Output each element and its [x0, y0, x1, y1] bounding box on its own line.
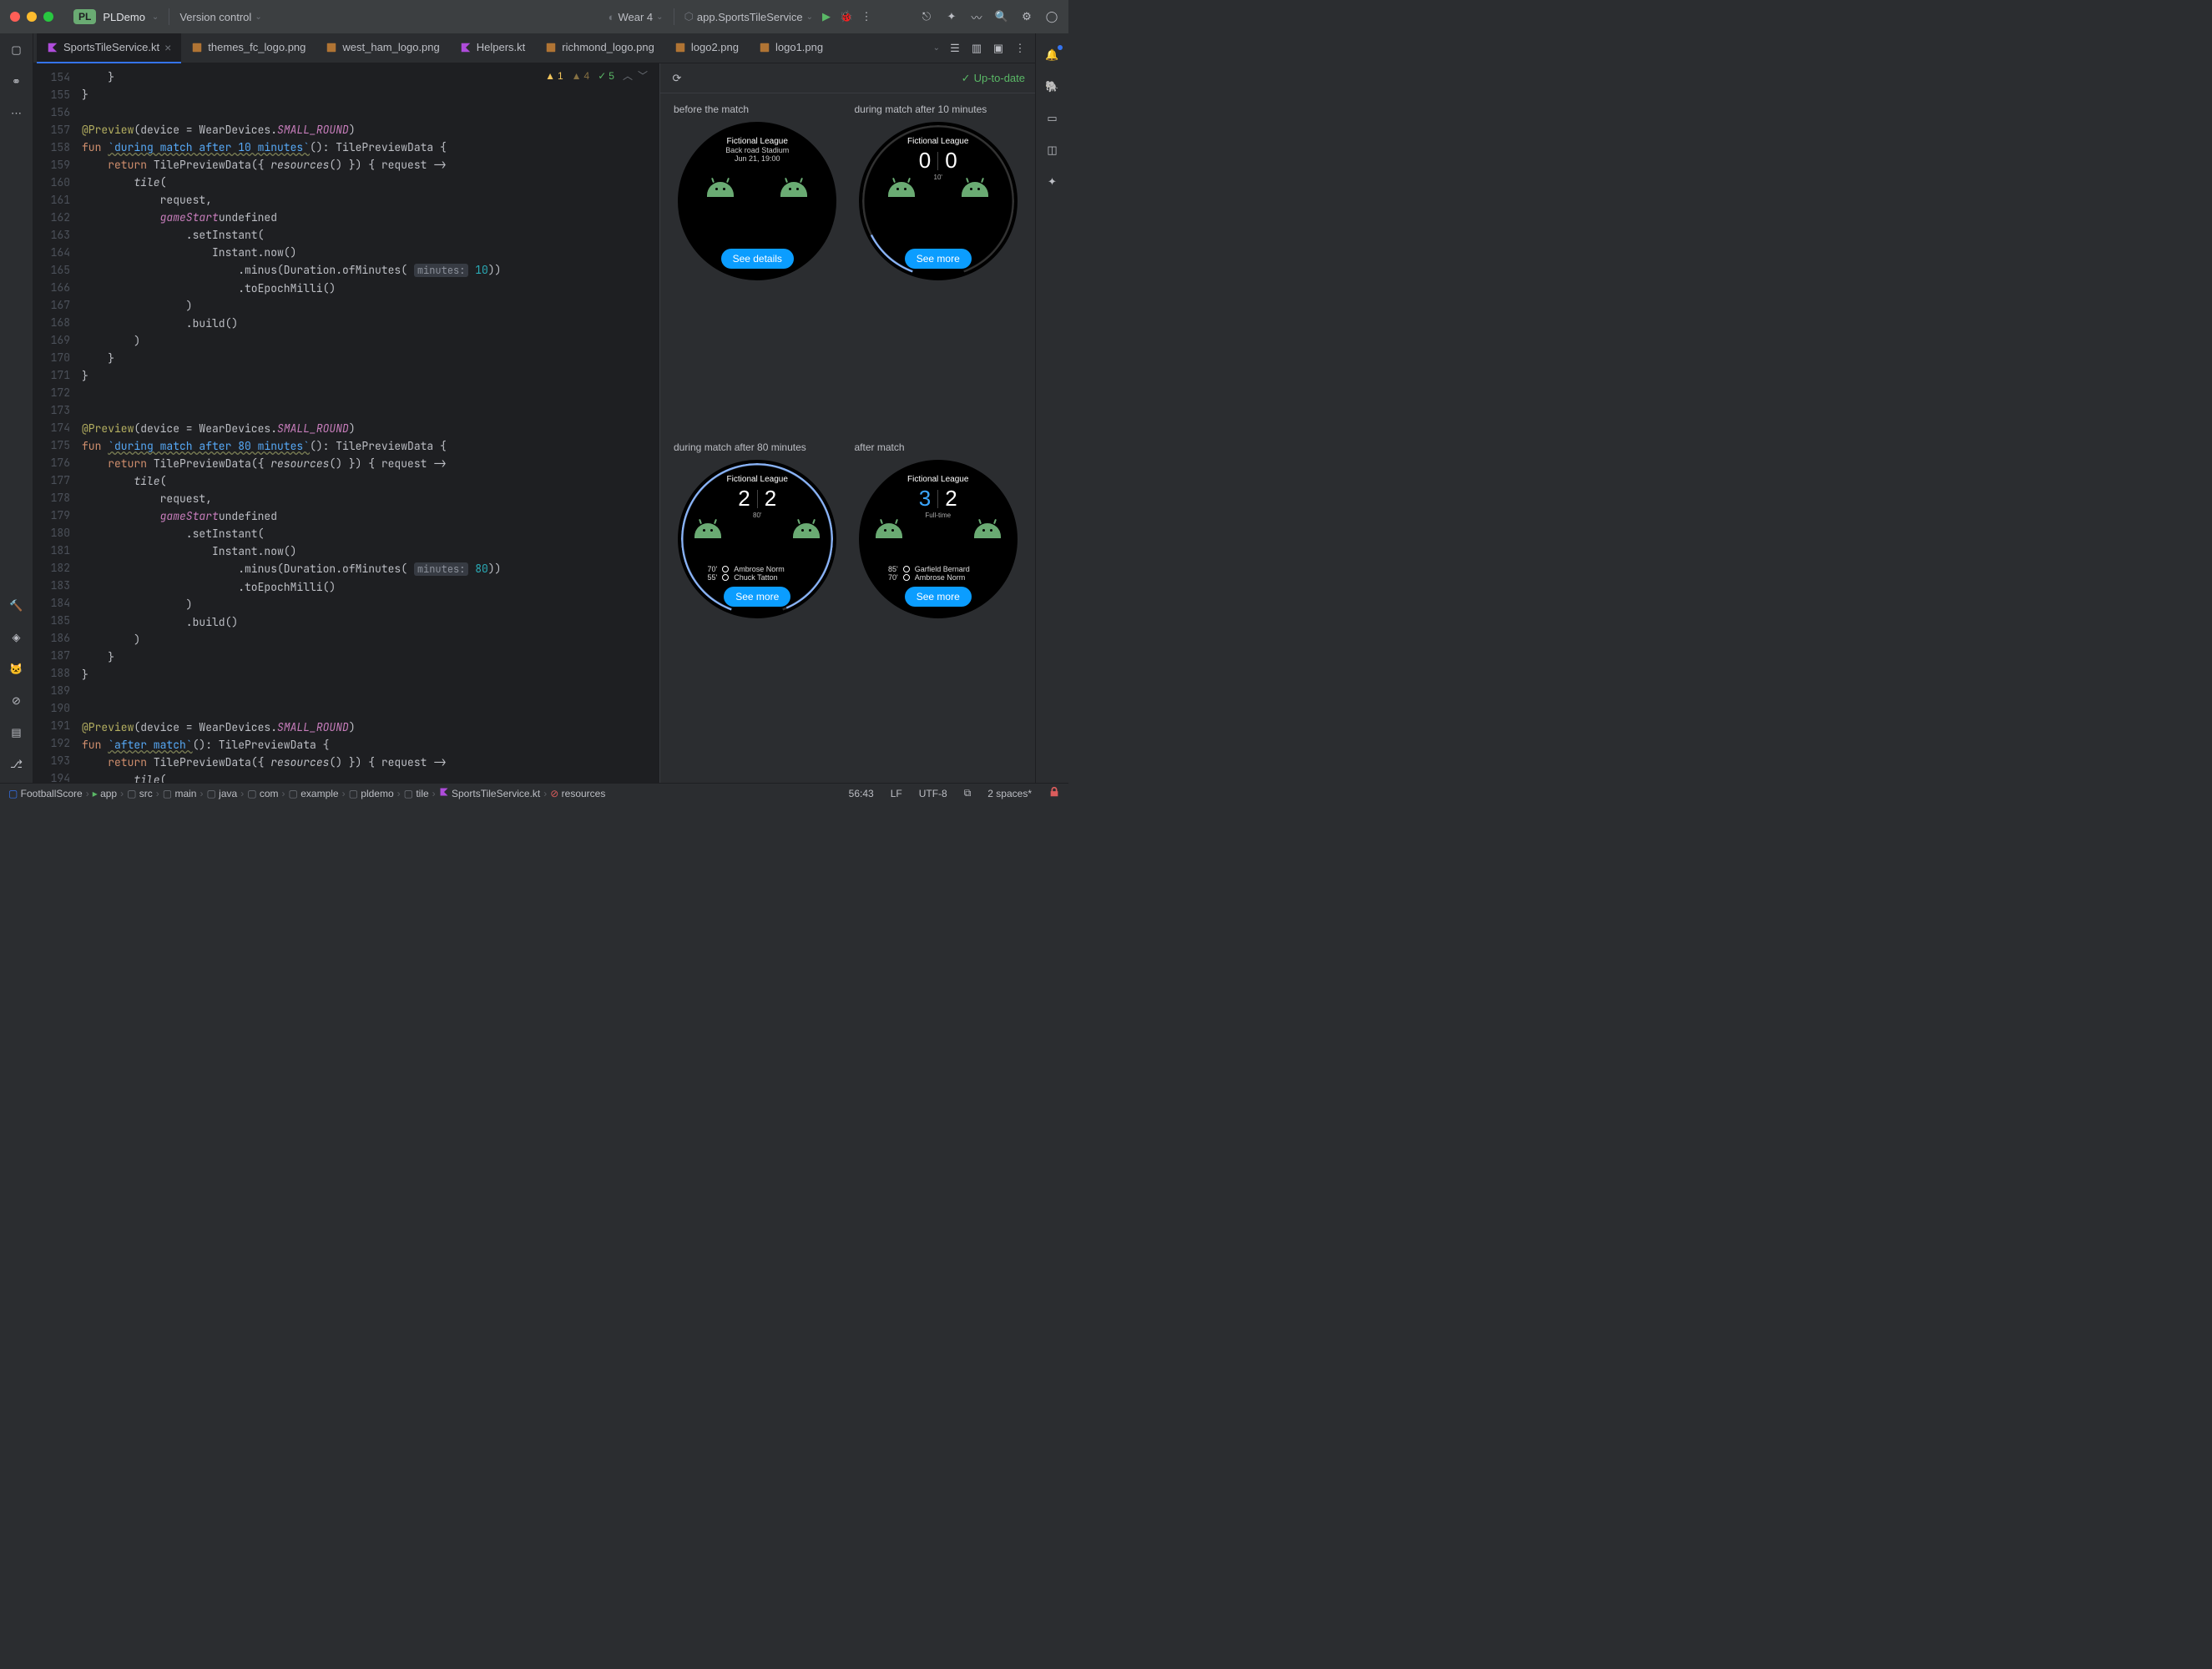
gradle-icon[interactable]: 🐘 — [1044, 78, 1061, 95]
project-name[interactable]: PLDemo — [103, 11, 145, 23]
more-icon[interactable]: ⋮ — [860, 10, 873, 23]
warning-indicator[interactable]: ▲ 1 — [545, 70, 563, 82]
kotlin-file-icon — [47, 42, 58, 53]
account-icon[interactable]: ◯ — [1045, 10, 1058, 23]
status-lock-icon[interactable] — [1048, 786, 1060, 800]
settings-icon[interactable]: ⚙ — [1020, 10, 1033, 23]
close-icon[interactable]: × — [164, 41, 171, 54]
vcs-tool-icon[interactable]: ⎇ — [8, 756, 25, 773]
build-tool-icon[interactable]: 🔨 — [8, 598, 25, 614]
tab-themes-fc-logo[interactable]: themes_fc_logo.png — [181, 33, 316, 63]
tab-helpers[interactable]: Helpers.kt — [450, 33, 536, 63]
right-tool-rail: 🔔 🐘 ▭ ◫ ✦ — [1035, 33, 1068, 783]
inspection-nav[interactable]: ︿﹀ — [623, 68, 648, 83]
inspection-widget[interactable]: ▲ 1 ▲ 4 ✓ 5 ︿﹀ — [545, 68, 648, 83]
image-file-icon — [759, 42, 770, 53]
editor-view-preview-icon[interactable]: ▣ — [992, 42, 1005, 55]
image-file-icon — [326, 42, 337, 53]
ai-assistant-icon[interactable]: ✦ — [1044, 174, 1061, 190]
ok-indicator[interactable]: ✓ 5 — [598, 70, 614, 82]
tab-overflow-icon[interactable]: ⌄ — [933, 43, 940, 53]
kotlin-file-icon — [460, 42, 472, 53]
caret-position[interactable]: 56:43 — [849, 788, 874, 799]
search-icon[interactable]: 🔍 — [995, 10, 1008, 23]
breadcrumbs[interactable]: ▢ FootballScore › ▸ app › ▢ src › ▢ main… — [8, 787, 605, 799]
editor-more-icon[interactable]: ⋮ — [1013, 42, 1027, 55]
window-controls[interactable] — [10, 12, 53, 22]
title-bar: PL PLDemo ⌄ Version control ⌄ ◐ Wear 4 ⌄… — [0, 0, 1068, 33]
editor-view-list-icon[interactable]: ☰ — [948, 42, 962, 55]
maximize-window-icon[interactable] — [43, 12, 53, 22]
tab-west-ham-logo[interactable]: west_ham_logo.png — [316, 33, 449, 63]
run-icon[interactable]: ▶ — [820, 10, 833, 23]
emulator-icon[interactable]: ◫ — [1044, 142, 1061, 159]
tab-label: SportsTileService.kt — [63, 41, 159, 53]
editor-tabs: SportsTileService.kt × themes_fc_logo.pn… — [33, 33, 1035, 63]
weak-warning-indicator[interactable]: ▲ 4 — [572, 70, 590, 82]
tab-logo2[interactable]: logo2.png — [664, 33, 749, 63]
readonly-toggle-icon[interactable]: ⧉ — [964, 787, 972, 799]
terminal-icon[interactable]: ▤ — [8, 724, 25, 741]
project-tool-icon[interactable]: ▢ — [8, 42, 25, 58]
file-encoding[interactable]: UTF-8 — [919, 788, 947, 799]
tab-logo1[interactable]: logo1.png — [749, 33, 833, 63]
tab-label: themes_fc_logo.png — [208, 41, 306, 53]
image-file-icon — [674, 42, 686, 53]
tab-richmond-logo[interactable]: richmond_logo.png — [535, 33, 664, 63]
tab-label: richmond_logo.png — [562, 41, 654, 53]
preview-status: ✓ Up-to-date — [962, 72, 1025, 85]
vcs-dropdown[interactable]: Version control ⌄ — [179, 11, 261, 23]
preview-during-match-after-80-minutes[interactable]: during match after 80 minutes Fictional … — [670, 441, 845, 773]
debug-icon[interactable]: 🐞 — [840, 10, 853, 23]
preview-during-match-after-10-minutes[interactable]: during match after 10 minutes Fictional … — [851, 103, 1026, 435]
device-manager-icon[interactable]: ▭ — [1044, 110, 1061, 127]
more-tools-icon[interactable]: ⋯ — [8, 105, 25, 122]
left-tool-rail: ▢ ⚭ ⋯ 🔨 ◈ 🐱 ⊘ ▤ ⎇ — [0, 33, 33, 783]
code-content[interactable]: } } @Preview(device = WearDevices.SMALL_… — [82, 63, 659, 783]
bookmarks-icon[interactable]: ◈ — [8, 629, 25, 646]
preview-pane: ⟳ ✓ Up-to-date before the match Fictiona… — [659, 63, 1035, 783]
project-badge: PL — [73, 9, 96, 24]
indent-settings[interactable]: 2 spaces* — [987, 788, 1032, 799]
line-ending[interactable]: LF — [891, 788, 902, 799]
minimize-window-icon[interactable] — [27, 12, 37, 22]
run-config-selector[interactable]: ⬡ app.SportsTileService ⌄ — [684, 10, 813, 23]
problems-icon[interactable]: ⊘ — [8, 693, 25, 709]
device-selector[interactable]: ◐ Wear 4 ⌄ — [609, 11, 664, 23]
notifications-icon[interactable]: 🔔 — [1044, 47, 1061, 63]
close-window-icon[interactable] — [10, 12, 20, 22]
tab-label: west_ham_logo.png — [342, 41, 439, 53]
line-gutter: 154 155 156 157 158 159 160 161 162 163 … — [33, 63, 82, 783]
structure-tool-icon[interactable]: ⚭ — [8, 73, 25, 90]
profiler-icon[interactable]: 〰 — [970, 10, 983, 23]
preview-after-match[interactable]: after match Fictional League 32Full-time… — [851, 441, 1026, 773]
tab-sportstileservice[interactable]: SportsTileService.kt × — [37, 33, 181, 63]
image-file-icon — [191, 42, 203, 53]
preview-refresh-icon[interactable]: ⟳ — [670, 72, 684, 85]
code-editor[interactable]: 154 155 156 157 158 159 160 161 162 163 … — [33, 63, 659, 783]
bug-report-icon[interactable]: ✦ — [945, 10, 958, 23]
editor-view-split-icon[interactable]: ▥ — [970, 42, 983, 55]
code-with-me-icon[interactable]: ⎋ — [920, 10, 933, 23]
chevron-down-icon[interactable]: ⌄ — [152, 13, 159, 22]
image-file-icon — [545, 42, 557, 53]
preview-before-the-match[interactable]: before the match Fictional League Back r… — [670, 103, 845, 435]
tab-label: logo2.png — [691, 41, 739, 53]
tab-label: logo1.png — [775, 41, 823, 53]
status-bar: ▢ FootballScore › ▸ app › ▢ src › ▢ main… — [0, 783, 1068, 803]
logcat-icon[interactable]: 🐱 — [8, 661, 25, 678]
tab-label: Helpers.kt — [477, 41, 526, 53]
preview-grid: before the match Fictional League Back r… — [660, 93, 1035, 783]
